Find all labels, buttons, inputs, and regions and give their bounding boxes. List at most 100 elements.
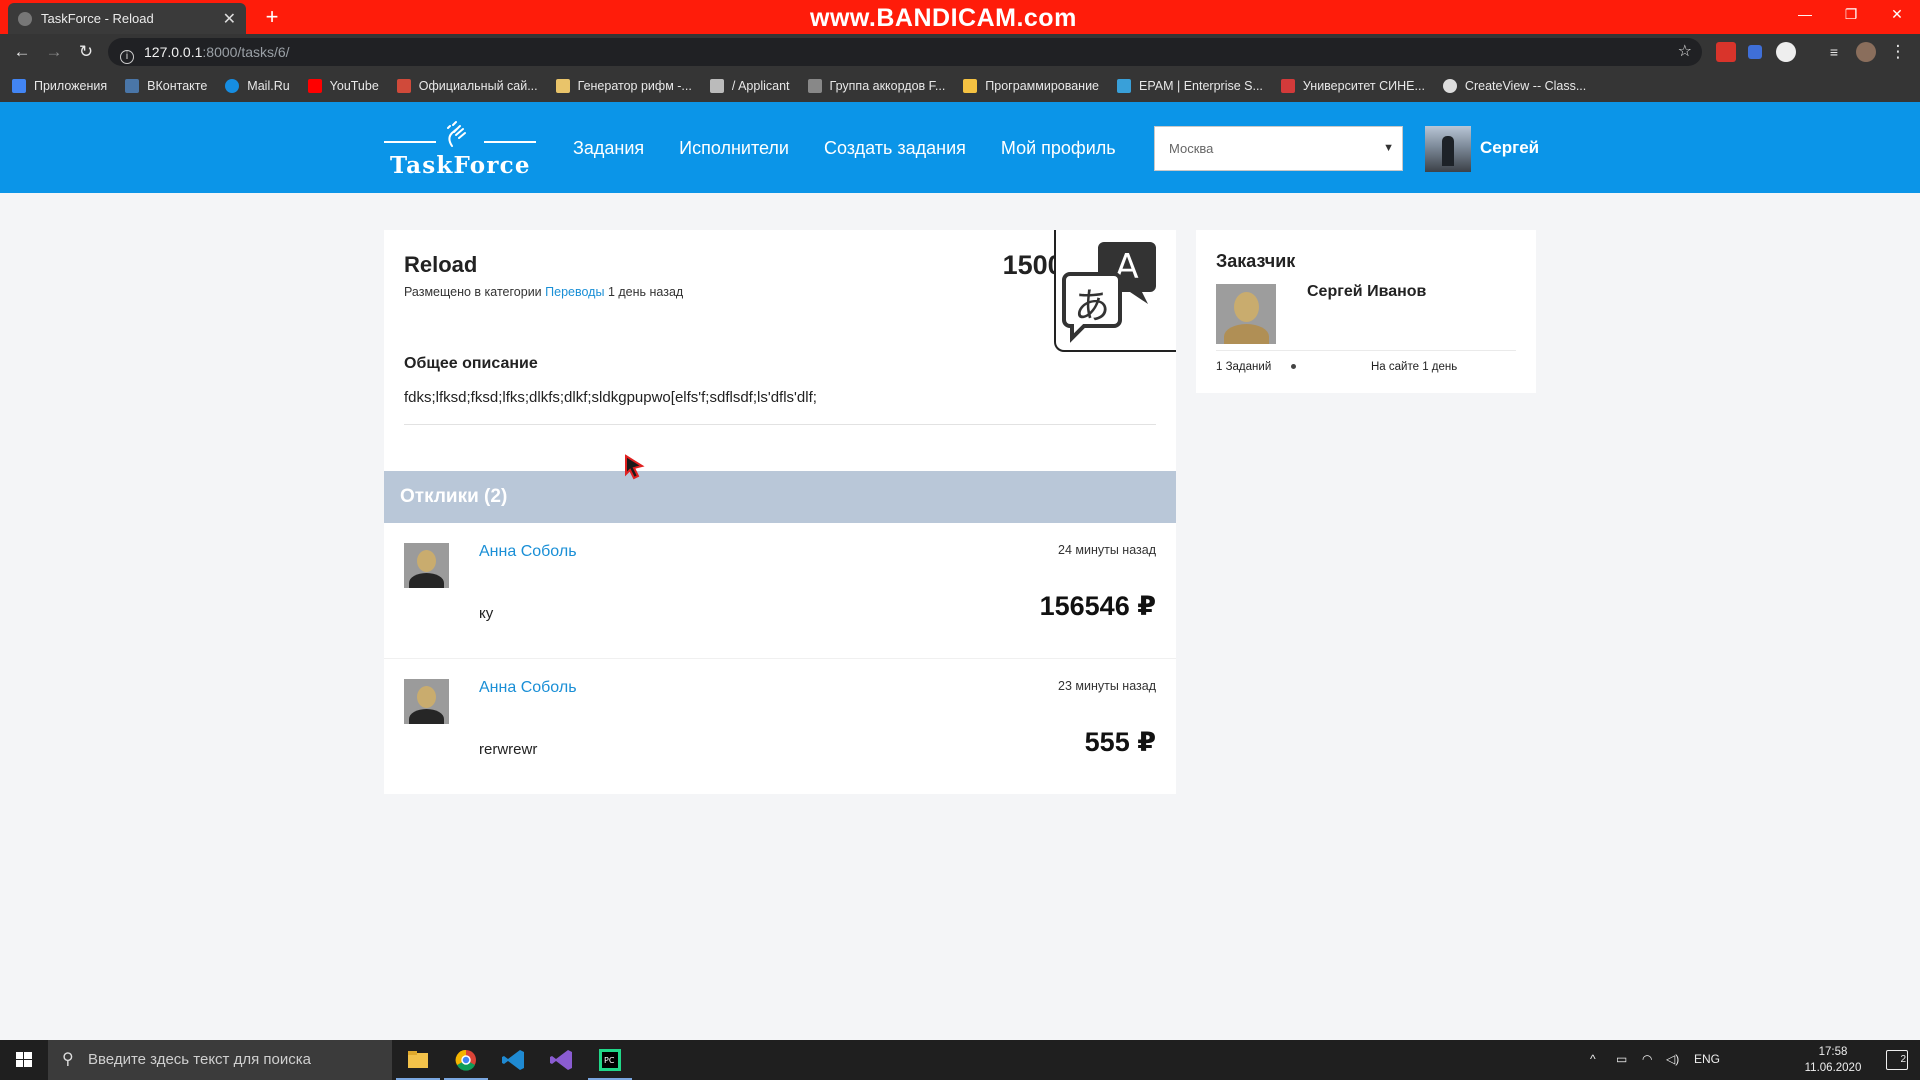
translate-icon: A あ: [1054, 230, 1176, 352]
wifi-icon[interactable]: ◠: [1642, 1052, 1652, 1066]
customer-title: Заказчик: [1216, 251, 1296, 271]
bookmark-university[interactable]: Университет СИНЕ...: [1280, 79, 1425, 93]
search-icon: ⚲: [62, 1051, 74, 1068]
responder-name-link[interactable]: Анна Соболь: [479, 543, 577, 561]
user-avatar[interactable]: [1425, 126, 1471, 172]
notification-count: 2: [1900, 1054, 1906, 1065]
youtube-icon: [307, 79, 322, 93]
customer-tasks-count: 1 Заданий: [1216, 361, 1272, 373]
recorder-watermark: www.BANDICAM.com: [810, 4, 1077, 32]
main-nav: Задания Исполнители Создать задания Мой …: [573, 138, 1151, 159]
browser-tab[interactable]: TaskForce - Reload ✕: [8, 3, 246, 34]
response-message: ку: [479, 605, 494, 622]
task-category-link[interactable]: Переводы: [545, 285, 604, 299]
bookmark-star-icon[interactable]: ☆: [1678, 38, 1692, 66]
epam-icon: [1117, 79, 1132, 93]
extension-circle-icon[interactable]: [1776, 42, 1796, 62]
nav-my-profile[interactable]: Мой профиль: [1001, 138, 1116, 159]
address-toolbar: ← → ↻ i 127.0.0.1:8000/tasks/6/ ☆ ≡ ⋮: [0, 34, 1920, 70]
site-info-icon[interactable]: i: [120, 50, 134, 64]
nav-performers[interactable]: Исполнители: [679, 138, 789, 159]
responder-avatar[interactable]: [404, 679, 449, 724]
nav-tasks[interactable]: Задания: [573, 138, 644, 159]
task-posted-ago: 1 день назад: [607, 285, 684, 299]
browser-menu-icon[interactable]: ⋮: [1886, 40, 1910, 64]
extension-red-icon[interactable]: [1716, 42, 1736, 62]
url-path: :8000/tasks/6/: [202, 44, 290, 60]
waving-hand-icon: [444, 120, 472, 154]
tab-title: TaskForce - Reload: [41, 11, 154, 26]
responder-avatar[interactable]: [404, 543, 449, 588]
bookmark-official-site[interactable]: Официальный сай...: [396, 79, 538, 93]
battery-icon[interactable]: ▭: [1616, 1052, 1627, 1066]
responder-name-link[interactable]: Анна Соболь: [479, 679, 577, 697]
bookmark-vk[interactable]: ВКонтакте: [125, 79, 207, 93]
response-time: 24 минуты назад: [1058, 543, 1156, 557]
taskbar-clock[interactable]: 17:58 11.06.2020: [1798, 1044, 1868, 1076]
vscode-icon[interactable]: [490, 1040, 538, 1080]
task-title: Reload: [404, 252, 478, 277]
applicant-icon: [709, 79, 724, 93]
city-select[interactable]: Москва ▼: [1154, 126, 1403, 171]
task-card: Reload Размещено в категории Переводы 1 …: [384, 230, 1176, 794]
extension-blue-icon[interactable]: [1748, 45, 1762, 59]
tab-close-icon[interactable]: ✕: [223, 9, 236, 29]
response-item: Анна Соболь 24 минуты назад ку 156546 ₽: [384, 523, 1176, 659]
tab-favicon-icon: [18, 11, 32, 26]
windows-start-icon[interactable]: [0, 1040, 48, 1080]
response-message: rerwrewr: [479, 741, 538, 758]
restore-icon[interactable]: ❐: [1828, 0, 1874, 30]
divider: [404, 424, 1156, 425]
clock-time: 17:58: [1818, 1046, 1848, 1058]
chrome-icon[interactable]: [442, 1040, 490, 1080]
bookmark-apps[interactable]: Приложения: [12, 79, 107, 93]
new-tab-button[interactable]: +: [258, 3, 286, 31]
logo-wordmark: TaskForce: [390, 152, 531, 179]
bookmark-chords[interactable]: Группа аккордов F...: [807, 79, 945, 93]
bookmark-youtube[interactable]: YouTube: [307, 79, 379, 93]
guitar-icon: [807, 79, 822, 93]
taskforce-logo[interactable]: TaskForce: [384, 114, 536, 182]
reload-icon[interactable]: ↻: [74, 40, 98, 64]
university-icon: [1280, 79, 1295, 93]
volume-icon[interactable]: ◁): [1666, 1052, 1679, 1066]
bookmark-applicant[interactable]: / Applicant: [709, 79, 790, 93]
back-icon[interactable]: ←: [10, 40, 34, 64]
notification-center-icon[interactable]: 2: [1886, 1050, 1908, 1070]
bookmark-programming-folder[interactable]: Программирование: [963, 79, 1099, 93]
site-header: TaskForce Задания Исполнители Создать за…: [0, 102, 1920, 193]
bookmark-createview[interactable]: CreateView -- Class...: [1442, 79, 1586, 93]
globe-icon: [1442, 79, 1457, 93]
media-controls-icon[interactable]: ≡: [1822, 40, 1846, 64]
visual-studio-icon[interactable]: [538, 1040, 586, 1080]
customer-name[interactable]: Сергей Иванов: [1307, 283, 1426, 301]
input-language[interactable]: ENG: [1694, 1052, 1720, 1066]
customer-avatar[interactable]: [1216, 284, 1276, 344]
browser-tab-strip: TaskForce - Reload ✕ + www.BANDICAM.com …: [0, 0, 1920, 34]
forward-icon[interactable]: →: [42, 40, 66, 64]
response-amount: 156546 ₽: [1039, 591, 1156, 621]
show-hidden-icons-icon[interactable]: ^: [1590, 1052, 1596, 1066]
bookmark-epam[interactable]: EPAM | Enterprise S...: [1117, 79, 1263, 93]
customer-card: Заказчик Сергей Иванов 1 Заданий На сайт…: [1196, 230, 1536, 393]
nav-create-task[interactable]: Создать задания: [824, 138, 966, 159]
user-name[interactable]: Сергей: [1480, 138, 1539, 158]
file-explorer-icon[interactable]: [394, 1040, 442, 1080]
folder-icon: [963, 79, 978, 93]
response-item: Анна Соболь 23 минуты назад rerwrewr 555…: [384, 659, 1176, 795]
pycharm-icon[interactable]: PC: [586, 1040, 634, 1080]
url-bar[interactable]: i 127.0.0.1:8000/tasks/6/ ☆: [108, 38, 1702, 66]
responses-header: Отклики (2): [384, 471, 1176, 523]
bookmarks-bar: Приложения ВКонтакте Mail.Ru YouTube Офи…: [0, 70, 1920, 102]
system-tray: ^ ▭ ◠ ◁) ENG: [1580, 1040, 1920, 1080]
site-icon: [396, 79, 411, 93]
taskbar-search-input[interactable]: ⚲ Введите здесь текст для поиска: [48, 1040, 392, 1080]
bookmark-mailru[interactable]: Mail.Ru: [225, 79, 290, 93]
description-title: Общее описание: [404, 355, 538, 372]
minimize-icon[interactable]: —: [1782, 0, 1828, 30]
profile-avatar-icon[interactable]: [1856, 42, 1876, 62]
bookmark-rhyme-generator[interactable]: Генератор рифм -...: [555, 79, 692, 93]
taskbar-search-placeholder: Введите здесь текст для поиска: [88, 1051, 311, 1068]
pen-icon: [555, 79, 570, 93]
close-window-icon[interactable]: ✕: [1874, 0, 1920, 30]
